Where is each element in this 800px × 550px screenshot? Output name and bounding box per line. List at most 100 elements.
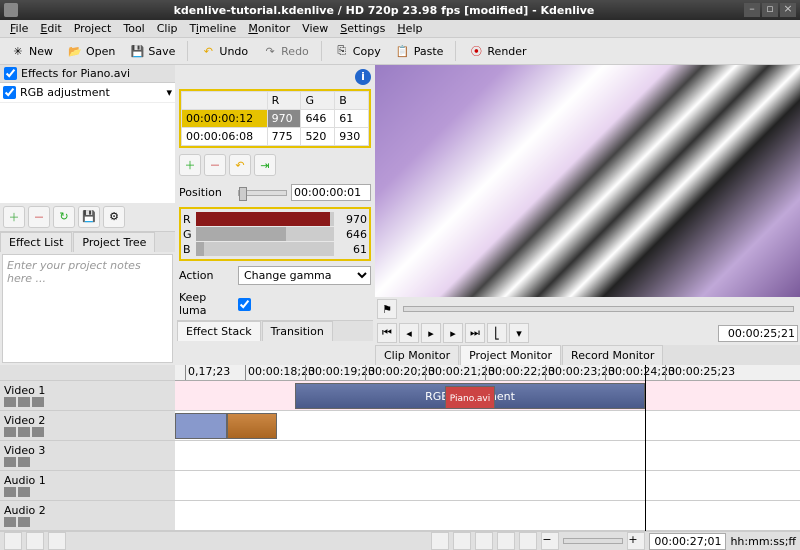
r-slider[interactable]	[196, 212, 334, 226]
clip-piano[interactable]: RGB adjustment Piano.avi	[295, 383, 645, 409]
tool-spacer-button[interactable]	[48, 532, 66, 550]
zoom-slider[interactable]	[563, 538, 623, 544]
add-keyframe-button[interactable]: ＋	[179, 154, 201, 176]
keyframe-table[interactable]: RGB 00:00:00:1297064661 00:00:06:0877552…	[179, 89, 371, 148]
tab-effect-list[interactable]: Effect List	[0, 232, 72, 252]
status-audio-button[interactable]	[453, 532, 471, 550]
status-thumb-button[interactable]	[431, 532, 449, 550]
monitor-seek-slider[interactable]	[403, 306, 794, 312]
menu-tool[interactable]: Tool	[117, 20, 150, 37]
save-effect-button[interactable]: 💾	[78, 206, 100, 228]
lock-icon[interactable]	[4, 397, 16, 407]
new-button[interactable]: ✳New	[4, 40, 59, 62]
render-button[interactable]: ⦿Render	[462, 40, 532, 62]
track-header-audio1[interactable]: Audio 1	[0, 471, 175, 501]
keyframe-row[interactable]: 00:00:06:08775520930	[182, 128, 369, 146]
paste-button[interactable]: 📋Paste	[389, 40, 450, 62]
status-marker-button[interactable]	[475, 532, 493, 550]
remove-effect-button[interactable]: －	[28, 206, 50, 228]
position-slider[interactable]	[238, 190, 287, 196]
menu-monitor[interactable]: Monitor	[242, 20, 296, 37]
tool-razor-button[interactable]	[26, 532, 44, 550]
monitor-end-button[interactable]: ⏭	[465, 323, 485, 343]
tool-select-button[interactable]	[4, 532, 22, 550]
project-notes[interactable]: Enter your project notes here ...	[2, 254, 173, 364]
effect-toolbar: ＋ － ↻ 💾 ⚙	[0, 203, 175, 231]
menu-settings[interactable]: Settings	[334, 20, 391, 37]
action-label: Action	[179, 269, 234, 282]
redo-button[interactable]: ↷Redo	[256, 40, 315, 62]
track-video2[interactable]	[175, 411, 800, 441]
rgb-sliders: R970 G646 B61	[179, 207, 371, 261]
zoom-out-button[interactable]: −	[541, 532, 559, 550]
minimize-button[interactable]: –	[744, 3, 760, 17]
monitor-play-button[interactable]: ▸	[421, 323, 441, 343]
keepluma-checkbox[interactable]	[238, 298, 251, 311]
info-icon[interactable]: i	[355, 69, 371, 85]
tab-effect-stack[interactable]: Effect Stack	[177, 321, 261, 341]
menu-help[interactable]: Help	[391, 20, 428, 37]
g-slider[interactable]	[196, 227, 334, 241]
menu-timeline[interactable]: Timeline	[184, 20, 243, 37]
tab-transition[interactable]: Transition	[262, 321, 333, 341]
reset-effect-button[interactable]: ↻	[53, 206, 75, 228]
mute-icon[interactable]	[18, 397, 30, 407]
r-label: R	[183, 213, 193, 226]
zoom-in-button[interactable]: +	[627, 532, 645, 550]
status-timecode[interactable]: 00:00:27;01	[649, 533, 726, 550]
menu-edit[interactable]: Edit	[34, 20, 67, 37]
monitor-back-button[interactable]: ◂	[399, 323, 419, 343]
action-select[interactable]: Change gamma	[238, 266, 371, 285]
open-button[interactable]: 📂Open	[61, 40, 121, 62]
tab-project-tree[interactable]: Project Tree	[73, 232, 155, 252]
tab-record-monitor[interactable]: Record Monitor	[562, 345, 663, 365]
add-effect-button[interactable]: ＋	[3, 206, 25, 228]
menu-file[interactable]: File	[4, 20, 34, 37]
position-input[interactable]	[291, 184, 371, 201]
track-header-video3[interactable]: Video 3	[0, 441, 175, 471]
track-audio1[interactable]	[175, 471, 800, 501]
menu-clip[interactable]: Clip	[151, 20, 184, 37]
playhead[interactable]	[645, 365, 646, 531]
b-slider[interactable]	[196, 242, 334, 256]
keyframe-row[interactable]: 00:00:00:1297064661	[182, 110, 369, 128]
effect-settings-button[interactable]: ⚙	[103, 206, 125, 228]
clip-blue[interactable]	[175, 413, 227, 439]
g-label: G	[183, 228, 193, 241]
copy-button[interactable]: ⎘Copy	[328, 40, 387, 62]
reset-keyframe-button[interactable]: ↶	[229, 154, 251, 176]
seek-keyframe-button[interactable]: ⇥	[254, 154, 276, 176]
status-snap-button[interactable]	[497, 532, 515, 550]
remove-keyframe-button[interactable]: －	[204, 154, 226, 176]
monitor-rewind-button[interactable]: ⏮	[377, 323, 397, 343]
effect-item[interactable]: RGB adjustment ▾	[0, 83, 175, 103]
clip-image[interactable]	[227, 413, 277, 439]
save-button[interactable]: 💾Save	[123, 40, 181, 62]
track-header-video1[interactable]: Video 1	[0, 381, 175, 411]
menu-view[interactable]: View	[296, 20, 334, 37]
close-button[interactable]: ×	[780, 3, 796, 17]
track-video1[interactable]: RGB adjustment Piano.avi	[175, 381, 800, 411]
monitor-timecode[interactable]	[718, 325, 798, 342]
effect-menu-icon[interactable]: ▾	[166, 86, 172, 99]
track-header-audio2[interactable]: Audio 2	[0, 501, 175, 531]
monitor-fwd-button[interactable]: ▸	[443, 323, 463, 343]
menu-project[interactable]: Project	[68, 20, 118, 37]
track-video3[interactable]	[175, 441, 800, 471]
effect-item-checkbox[interactable]	[3, 86, 16, 99]
undo-button[interactable]: ↶Undo	[194, 40, 254, 62]
monitor-zone-button[interactable]: ⎣	[487, 323, 507, 343]
tab-project-monitor[interactable]: Project Monitor	[460, 345, 561, 365]
status-zoomfit-button[interactable]	[519, 532, 537, 550]
effects-enable-checkbox[interactable]	[4, 67, 17, 80]
monitor-view[interactable]	[375, 65, 800, 297]
monitor-marker-button[interactable]: ▾	[509, 323, 529, 343]
maximize-button[interactable]: ▫	[762, 3, 778, 17]
track-audio2[interactable]	[175, 501, 800, 531]
hide-icon[interactable]	[32, 397, 44, 407]
track-header-video2[interactable]: Video 2	[0, 411, 175, 441]
timeline-ruler[interactable]: 0,17;23 00:00:18;23 00:00:19;23 00:00:20…	[175, 365, 800, 381]
open-icon: 📂	[67, 43, 83, 59]
monitor-flag-button[interactable]: ⚑	[377, 299, 397, 319]
tab-clip-monitor[interactable]: Clip Monitor	[375, 345, 459, 365]
